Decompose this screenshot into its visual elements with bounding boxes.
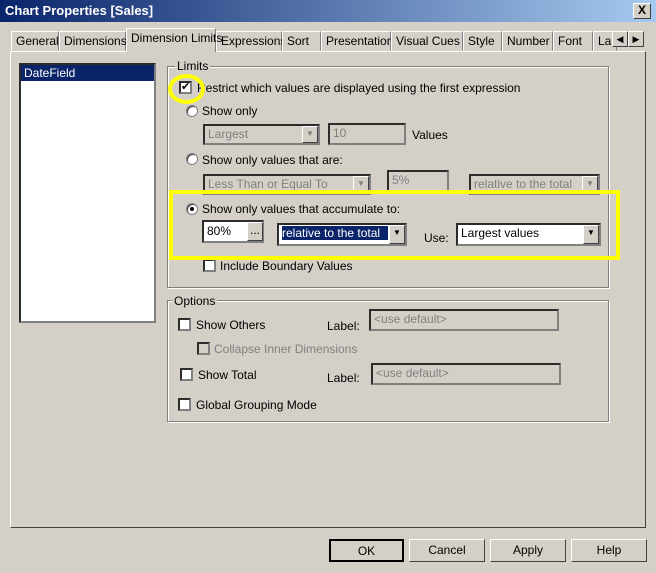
tab-expressions[interactable]: Expressions — [216, 31, 286, 51]
collapse-inner-checkbox[interactable] — [197, 342, 210, 355]
close-button[interactable]: X — [633, 3, 651, 19]
dimension-item[interactable]: DateField — [21, 65, 154, 81]
include-boundary-label: Include Boundary Values — [220, 259, 353, 273]
tab-scroll-left-button[interactable]: ◀ — [612, 31, 628, 47]
tab-dimension-limits[interactable]: Dimension Limits — [126, 28, 222, 52]
compare-value-input[interactable]: 5% — [387, 170, 449, 192]
show-others-label: Show Others — [196, 318, 266, 332]
show-total-label: Show Total — [198, 368, 257, 382]
tab-font[interactable]: Font — [553, 31, 593, 51]
show-only-select[interactable]: Largest ▼ — [203, 124, 320, 145]
limits-group-label: Limits — [175, 59, 211, 73]
tab-general[interactable]: General — [11, 31, 59, 51]
show-others-checkbox[interactable] — [178, 318, 191, 331]
dimension-list[interactable]: DateField — [19, 63, 156, 323]
include-boundary-checkbox[interactable] — [203, 259, 216, 272]
tab-visual-cues[interactable]: Visual Cues — [391, 31, 463, 51]
cancel-button[interactable]: Cancel — [409, 539, 485, 562]
tab-presentation[interactable]: Presentation — [321, 31, 393, 51]
tab-scroll-right-button[interactable]: ▶ — [628, 31, 644, 47]
title-bar: Chart Properties [Sales] — [0, 0, 656, 22]
total-label-input[interactable]: <use default> — [371, 363, 561, 385]
highlight-circle — [168, 74, 205, 104]
tab-number[interactable]: Number — [502, 31, 553, 51]
collapse-inner-label: Collapse Inner Dimensions — [214, 342, 358, 356]
highlight-box — [169, 190, 620, 260]
ok-button[interactable]: OK — [329, 539, 404, 562]
show-only-radio[interactable] — [186, 105, 198, 117]
values-label: Values — [412, 128, 448, 142]
compare-select-value: Less Than or Equal To — [208, 177, 328, 191]
show-total-checkbox[interactable] — [180, 368, 193, 381]
tab-sort[interactable]: Sort — [282, 31, 321, 51]
help-button[interactable]: Help — [571, 539, 647, 562]
others-label-input[interactable]: <use default> — [369, 309, 559, 331]
compare-relative-value: relative to the total — [474, 177, 573, 191]
show-only-select-value: Largest — [208, 127, 249, 141]
show-only-label: Show only — [202, 104, 258, 118]
show-only-values-radio[interactable] — [186, 153, 198, 165]
show-only-values-label: Show only values that are: — [202, 153, 343, 167]
label2-label: Label: — [327, 371, 360, 385]
options-group-label: Options — [172, 294, 218, 308]
label1-label: Label: — [327, 319, 360, 333]
restrict-label: Restrict which values are displayed usin… — [197, 81, 521, 95]
tab-dimensions[interactable]: Dimensions — [59, 31, 127, 51]
apply-button[interactable]: Apply — [490, 539, 566, 562]
global-grouping-checkbox[interactable] — [178, 398, 191, 411]
chevron-down-icon: ▼ — [302, 126, 318, 143]
show-only-count-input[interactable]: 10 — [328, 123, 406, 145]
tab-style[interactable]: Style — [463, 31, 502, 51]
global-grouping-label: Global Grouping Mode — [196, 398, 317, 412]
window-title: Chart Properties [Sales] — [5, 3, 154, 18]
